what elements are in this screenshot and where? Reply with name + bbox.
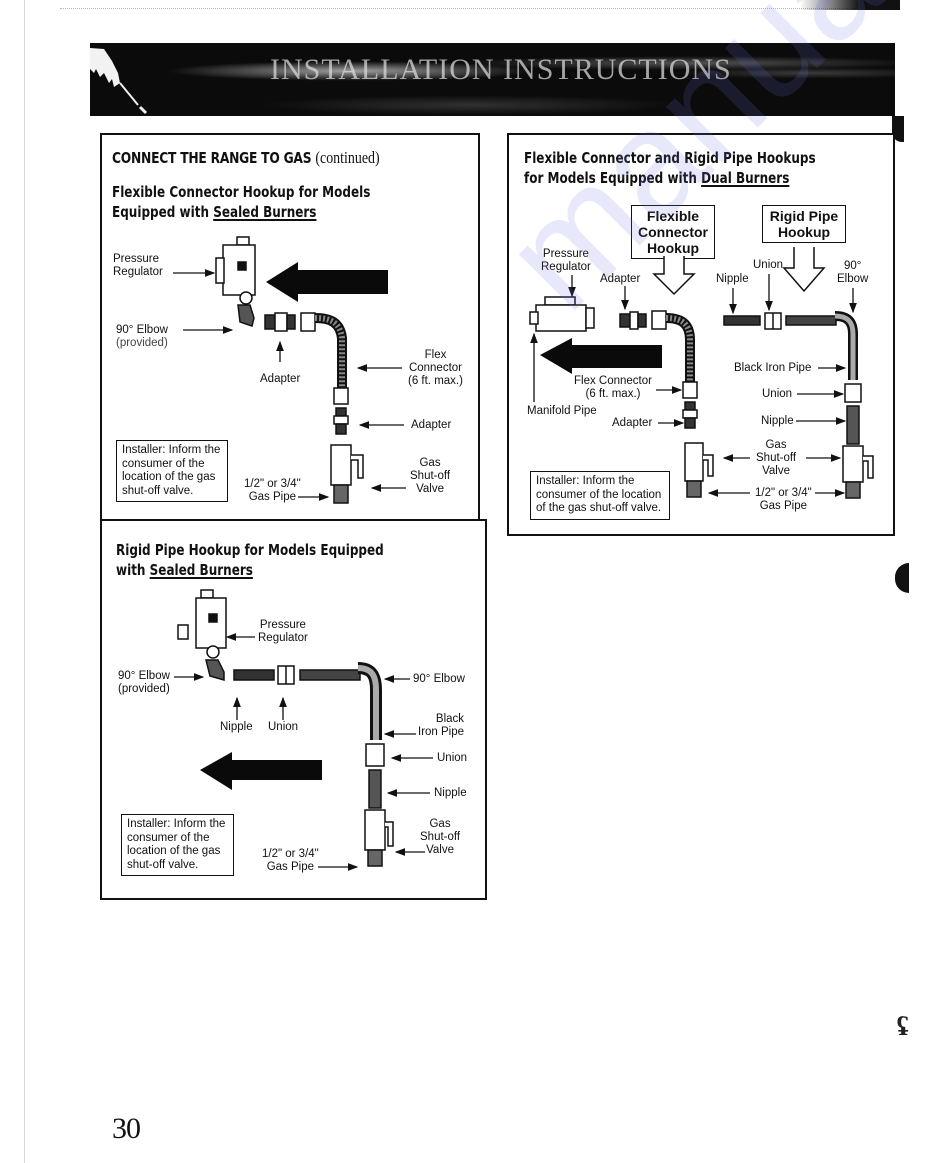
- label-black-iron-pipe: Black Iron Pipe: [734, 362, 812, 374]
- adapter-part: [619, 311, 647, 330]
- nipple-part: [723, 315, 761, 326]
- gas-shutoff-valve-right-part: [842, 445, 874, 499]
- nipple-part-right: [846, 405, 860, 445]
- installer-note: Installer: Inform the consumer of the lo…: [530, 471, 670, 520]
- rigid-hookup-pointer: [782, 247, 826, 293]
- label-union-top: Union: [753, 259, 784, 271]
- label-gas-pipe: 1/2" or 3/4" Gas Pipe: [755, 487, 812, 512]
- union-part-right: [844, 383, 862, 403]
- label-elbow: 90° Elbow: [837, 260, 869, 285]
- direction-arrow: [540, 338, 662, 374]
- flexible-hookup-pointer: [652, 256, 696, 296]
- gas-shutoff-valve-left-part: [684, 442, 714, 498]
- label-nipple-right: Nipple: [761, 415, 794, 427]
- page-number: 30: [112, 1112, 141, 1145]
- label-nipple-top: Nipple: [716, 273, 749, 285]
- label-adapter-top: Adapter: [600, 273, 641, 285]
- label-gas-shutoff-valve: Gas Shut-off Valve: [756, 439, 797, 477]
- label-adapter-bottom: Adapter: [612, 417, 653, 429]
- label-union-right: Union: [762, 388, 793, 400]
- label-flex-connector: Flex Connector (6 ft. max.): [574, 375, 652, 400]
- pressure-regulator-part: [529, 296, 595, 332]
- page-corner-glyph: ʢ: [897, 1012, 909, 1041]
- diagram-dual: [529, 247, 874, 499]
- label-manifold-pipe: Manifold Pipe: [527, 405, 597, 417]
- label-pressure-regulator: Pressure Regulator: [541, 248, 591, 273]
- union-part: [764, 312, 782, 330]
- adapter-part-lower: [682, 401, 698, 429]
